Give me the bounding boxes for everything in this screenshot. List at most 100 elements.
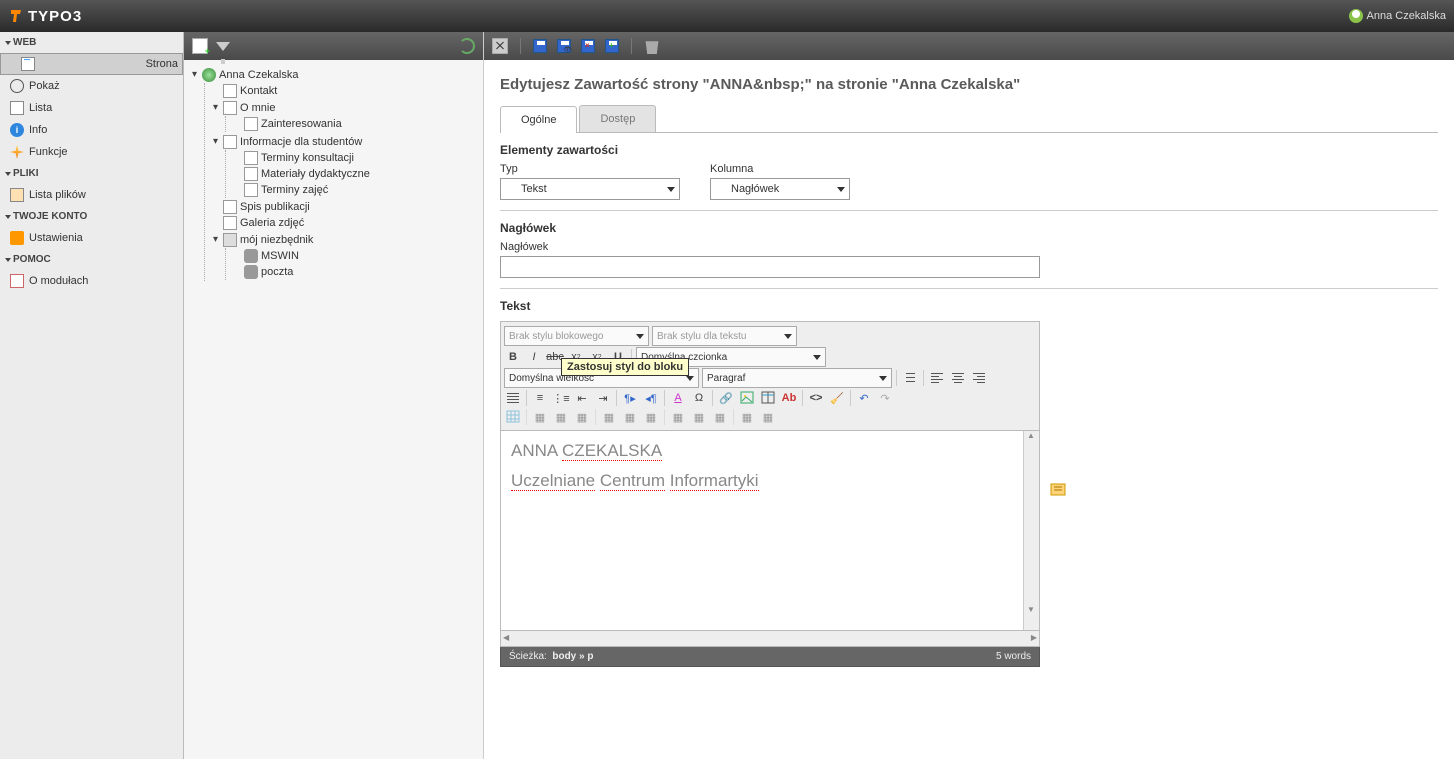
select-typ[interactable]: Tekst	[500, 178, 680, 200]
tree-item-info-studentow[interactable]: ▾Informacje dla studentów	[209, 134, 479, 150]
tree-item-kontakt[interactable]: Kontakt	[209, 83, 479, 99]
find-replace-icon[interactable]: Ab	[780, 389, 798, 407]
tree-root[interactable]: ▾Anna Czekalska	[188, 67, 479, 83]
nav-item-lista-plikow[interactable]: Lista plików	[0, 184, 183, 206]
align-left-icon[interactable]	[928, 369, 946, 387]
tree-item-galeria[interactable]: Galeria zdjęć	[209, 215, 479, 231]
tree-item-omnie[interactable]: ▾O mnie	[209, 100, 479, 116]
user-icon	[1349, 9, 1363, 23]
image-icon[interactable]	[738, 389, 756, 407]
section-title-tekst: Tekst	[500, 299, 1438, 313]
chevron-down-icon	[837, 187, 845, 192]
nav-item-info[interactable]: iInfo	[0, 119, 183, 141]
nav-group-pomoc[interactable]: POMOC	[0, 249, 183, 270]
nav-item-strona[interactable]: Strona	[0, 53, 183, 75]
content-area: Edytujesz Zawartość strony "ANNA&nbsp;" …	[484, 32, 1454, 759]
ltr-icon[interactable]: ¶▸	[621, 389, 639, 407]
toggle-rte-icon[interactable]	[1050, 481, 1068, 499]
col-before-icon: ▦	[669, 408, 687, 426]
functions-icon	[10, 145, 24, 159]
content-toolbar	[484, 32, 1454, 60]
nav-item-pokaz[interactable]: Pokaż	[0, 75, 183, 97]
page-icon	[244, 167, 258, 181]
table-icon[interactable]	[759, 389, 777, 407]
section-title-elementy: Elementy zawartości	[500, 143, 1438, 157]
italic-icon[interactable]: I	[525, 348, 543, 366]
page-icon	[21, 57, 35, 71]
unordered-list-icon[interactable]: ⋮≡	[552, 389, 570, 407]
section-title-naglowek: Nagłówek	[500, 221, 1438, 235]
link-icon[interactable]: 🔗	[717, 389, 735, 407]
cell-props-icon: ▦	[573, 408, 591, 426]
tab-dostep[interactable]: Dostęp	[579, 105, 656, 132]
nav-group-pliki[interactable]: PLIKI	[0, 163, 183, 184]
close-icon[interactable]	[492, 38, 508, 54]
chevron-down-icon	[879, 376, 887, 381]
undo-icon[interactable]: ↶	[855, 389, 873, 407]
info-icon: i	[10, 123, 24, 137]
text-color-icon[interactable]: A	[669, 389, 687, 407]
bold-icon[interactable]: B	[504, 348, 522, 366]
source-icon[interactable]: <>	[807, 389, 825, 407]
page-icon	[223, 200, 237, 214]
tree-item-niezbednik[interactable]: ▾mój niezbędnik	[209, 232, 479, 248]
horizontal-scrollbar[interactable]	[500, 631, 1040, 647]
rte-text-style[interactable]: Brak stylu dla tekstu	[652, 326, 797, 346]
tree-item-spis[interactable]: Spis publikacji	[209, 199, 479, 215]
tab-ogolne[interactable]: Ogólne	[500, 106, 577, 133]
rtl-icon[interactable]: ◂¶	[642, 389, 660, 407]
select-kolumna[interactable]: Nagłówek	[710, 178, 850, 200]
save-icon[interactable]	[533, 39, 547, 53]
table-insert-icon[interactable]	[504, 408, 522, 426]
refresh-icon[interactable]	[459, 38, 475, 54]
nav-group-web[interactable]: WEB	[0, 32, 183, 53]
tree-toolbar	[184, 32, 483, 60]
align-right-icon[interactable]	[970, 369, 988, 387]
globe-icon	[202, 68, 216, 82]
save-close-icon[interactable]	[581, 39, 595, 53]
chevron-down-icon	[686, 376, 694, 381]
rte-editor[interactable]: ANNA CZEKALSKA Uczelniane Centrum Inform…	[500, 431, 1040, 631]
align-justify-icon[interactable]	[504, 389, 522, 407]
nav-item-ustawienia[interactable]: Ustawienia	[0, 227, 183, 249]
filter-icon[interactable]	[216, 42, 230, 51]
nav-item-lista[interactable]: Lista	[0, 97, 183, 119]
nav-item-o-modulach[interactable]: O modułach	[0, 270, 183, 292]
page-title: Edytujesz Zawartość strony "ANNA&nbsp;" …	[500, 76, 1438, 93]
link-icon	[244, 249, 258, 263]
special-char-icon[interactable]: Ω	[690, 389, 708, 407]
numbered-list-icon[interactable]	[901, 369, 919, 387]
row-after-icon: ▦	[621, 408, 639, 426]
tree-item-mswin[interactable]: MSWIN	[230, 248, 479, 264]
save-new-icon[interactable]	[605, 39, 619, 53]
files-icon	[10, 188, 24, 202]
tree-item-terminy-zajec[interactable]: Terminy zajęć	[230, 182, 479, 198]
tree-item-poczta[interactable]: poczta	[230, 264, 479, 280]
user-menu[interactable]: Anna Czekalska	[1349, 9, 1447, 23]
outdent-icon[interactable]: ⇤	[573, 389, 591, 407]
ordered-list-icon[interactable]: ≡	[531, 389, 549, 407]
folder-icon	[223, 233, 237, 247]
section-elementy: Elementy zawartości Typ Tekst Kolumna Na…	[500, 133, 1438, 211]
rte-format[interactable]: Paragraf	[702, 368, 892, 388]
chevron-down-icon	[784, 334, 792, 339]
user-name: Anna Czekalska	[1367, 10, 1447, 22]
page-icon	[223, 101, 237, 115]
save-view-icon[interactable]	[557, 39, 571, 53]
nav-group-konto[interactable]: TWOJE KONTO	[0, 206, 183, 227]
tree-item-zainteresowania[interactable]: Zainteresowania	[230, 116, 479, 132]
align-center-icon[interactable]	[949, 369, 967, 387]
input-naglowek[interactable]	[500, 256, 1040, 278]
page-icon	[223, 135, 237, 149]
nav-item-funkcje[interactable]: Funkcje	[0, 141, 183, 163]
delete-icon[interactable]	[644, 38, 660, 54]
tree-item-materialy[interactable]: Materiały dydaktyczne	[230, 166, 479, 182]
new-page-icon[interactable]	[192, 38, 208, 54]
vertical-scrollbar[interactable]	[1023, 431, 1039, 630]
remove-format-icon[interactable]: 🧹	[828, 389, 846, 407]
redo-icon[interactable]: ↷	[876, 389, 894, 407]
top-bar: TYPO3 Anna Czekalska	[0, 0, 1454, 32]
rte-block-style[interactable]: Brak stylu blokowego	[504, 326, 649, 346]
tree-item-terminy-konsultacji[interactable]: Terminy konsultacji	[230, 150, 479, 166]
indent-icon[interactable]: ⇥	[594, 389, 612, 407]
